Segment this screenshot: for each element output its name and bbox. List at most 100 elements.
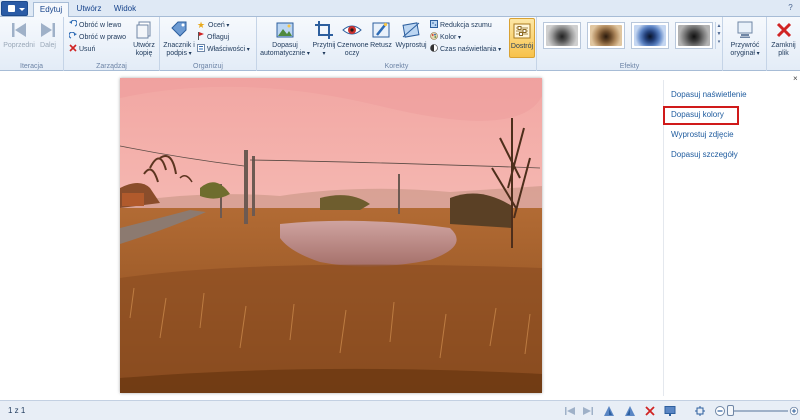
- photo-canvas[interactable]: [120, 78, 542, 393]
- effect-thumb-sepia[interactable]: [587, 22, 625, 49]
- effect-thumb-gray[interactable]: [675, 22, 713, 49]
- sliders-icon: [513, 23, 531, 39]
- retouch-button[interactable]: Retusz: [368, 20, 394, 50]
- group-close: Zamknij plik: [767, 17, 800, 71]
- noise-reduction-button[interactable]: Redukcja szumu: [430, 20, 492, 31]
- side-panel-divider: [663, 80, 664, 396]
- straighten-label: Wyprostuj: [395, 42, 427, 49]
- properties-button[interactable]: Właściwości ▾: [197, 44, 250, 55]
- status-bar: 1 z 1: [0, 400, 800, 420]
- red-eye-button[interactable]: Czerwone oczy: [337, 20, 369, 58]
- next-icon: [41, 23, 55, 37]
- status-slideshow-icon[interactable]: [664, 405, 676, 417]
- gallery-scroll-down-icon: ▼: [716, 31, 722, 37]
- zoom-out-icon[interactable]: [714, 405, 726, 417]
- fine-tune-label: Dostrój: [510, 43, 534, 50]
- color-label: Kolor: [440, 34, 457, 41]
- group-label-effects: Efekty: [619, 63, 640, 70]
- close-icon: [776, 22, 791, 38]
- file-menu-button[interactable]: [1, 1, 28, 16]
- exposure-label: Czas naświetlania: [440, 46, 497, 53]
- delete-label: Usuń: [79, 46, 96, 53]
- effect-thumb-sepia-image: [590, 25, 622, 46]
- zoom-slider-track[interactable]: [728, 410, 788, 412]
- help-button[interactable]: ?: [786, 3, 795, 12]
- ribbon: Poprzedni Dalej Iteracja Obróć w lewo Ob…: [0, 17, 800, 71]
- status-next-icon[interactable]: [582, 405, 594, 417]
- auto-adjust-label-2: automatycznie: [260, 50, 306, 57]
- revert-original-button[interactable]: Przywróć oryginał ▾: [726, 20, 764, 58]
- status-fit-icon[interactable]: [694, 405, 706, 417]
- rotate-left-label: Obróć w lewo: [79, 22, 122, 29]
- rotate-left-button[interactable]: Obróć w lewo: [69, 20, 121, 31]
- rate-button[interactable]: ★ Oceń ▾: [197, 20, 229, 31]
- rotate-left-icon: [69, 20, 77, 27]
- adjust-detail-link[interactable]: Dopasuj szczegóły: [671, 150, 738, 159]
- landscape-photo: [120, 78, 542, 393]
- group-label-organize: Organizuj: [193, 63, 223, 70]
- status-rotate-left-icon[interactable]: [603, 405, 615, 417]
- effect-thumb-gray-image: [678, 25, 710, 46]
- adjust-exposure-link[interactable]: Dopasuj naświetlenie: [671, 90, 747, 99]
- effect-thumb-cyan[interactable]: [631, 22, 669, 49]
- adjust-color-link[interactable]: Dopasuj kolory: [671, 110, 724, 119]
- straighten-button[interactable]: Wyprostuj: [395, 20, 427, 50]
- tag-caption-button[interactable]: Znacznik i podpis ▾: [162, 20, 196, 58]
- delete-button[interactable]: Usuń: [69, 44, 95, 55]
- effect-thumb-bw-image: [546, 25, 578, 46]
- group-label-navigation: Iteracja: [20, 63, 43, 70]
- revert-label-2: oryginał: [730, 50, 755, 57]
- group-manage: Obróć w lewo Obróć w prawo Usuń Utwórz k…: [64, 17, 160, 71]
- flag-label: Oflaguj: [207, 34, 230, 41]
- main-area: × Dopasuj naświetlenie Dopasuj kolory Wy…: [0, 72, 800, 398]
- close-file-label-1: Zamknij: [771, 42, 796, 49]
- auto-adjust-button[interactable]: Dopasuj automatycznie ▾: [259, 20, 311, 58]
- rotate-right-button[interactable]: Obróć w prawo: [69, 32, 126, 43]
- tab-view[interactable]: Widok: [111, 2, 139, 17]
- properties-label: Właściwości: [207, 46, 246, 53]
- next-label: Dalej: [40, 42, 56, 49]
- properties-icon: [197, 44, 205, 52]
- flag-icon: [198, 32, 204, 40]
- rotate-right-icon: [69, 32, 77, 39]
- retouch-icon: [372, 22, 390, 38]
- exposure-button[interactable]: Czas naświetlania ▾: [430, 44, 501, 55]
- effects-gallery-scroll[interactable]: ▲ ▼ ▾: [715, 22, 722, 49]
- auto-adjust-icon: [276, 22, 294, 38]
- effect-thumb-bw[interactable]: [543, 22, 581, 49]
- tag-icon: [171, 21, 187, 37]
- group-effects: ▲ ▼ ▾ Efekty: [537, 17, 723, 71]
- retouch-label: Retusz: [370, 42, 392, 49]
- crop-label: Przytnij: [312, 42, 336, 49]
- auto-adjust-label-1: Dopasuj: [272, 42, 298, 49]
- color-palette-icon: [430, 32, 438, 40]
- zoom-slider-thumb[interactable]: [727, 405, 734, 416]
- photo-position: 1 z 1: [8, 406, 26, 415]
- status-rotate-right-icon[interactable]: [624, 405, 636, 417]
- close-file-label-2: plik: [778, 50, 789, 57]
- close-file-button[interactable]: Zamknij plik: [768, 20, 799, 58]
- next-button[interactable]: Dalej: [35, 20, 61, 50]
- fine-tune-button[interactable]: Dostrój: [509, 18, 535, 58]
- exposure-icon: [430, 44, 438, 52]
- make-copy-label-2: kopię: [135, 50, 153, 57]
- group-organize: Znacznik i podpis ▾ ★ Oceń ▾ Oflaguj Właś…: [160, 17, 257, 71]
- group-label-manage: Zarządzaj: [96, 63, 127, 70]
- group-label-adjustments: Korekty: [384, 63, 409, 70]
- previous-button[interactable]: Poprzedni: [3, 20, 35, 50]
- zoom-in-icon[interactable]: [789, 405, 799, 417]
- red-eye-label-1: Czerwone: [337, 42, 369, 49]
- tab-edit[interactable]: Edytuj: [33, 2, 69, 17]
- make-copy-button[interactable]: Utwórz kopię: [130, 20, 158, 58]
- straighten-photo-link[interactable]: Wyprostuj zdjęcie: [671, 130, 734, 139]
- status-delete-icon[interactable]: [644, 405, 656, 417]
- status-previous-icon[interactable]: [564, 405, 576, 417]
- noise-reduction-icon: [430, 20, 438, 28]
- color-button[interactable]: Kolor ▾: [430, 32, 461, 43]
- side-panel-close-button[interactable]: ×: [793, 74, 798, 83]
- crop-button[interactable]: Przytnij ▾: [311, 20, 337, 58]
- flag-button[interactable]: Oflaguj: [197, 32, 229, 43]
- revert-label-1: Przywróć: [730, 42, 760, 49]
- tab-create[interactable]: Utwórz: [74, 2, 104, 17]
- tag-caption-label-2: podpis: [166, 50, 187, 57]
